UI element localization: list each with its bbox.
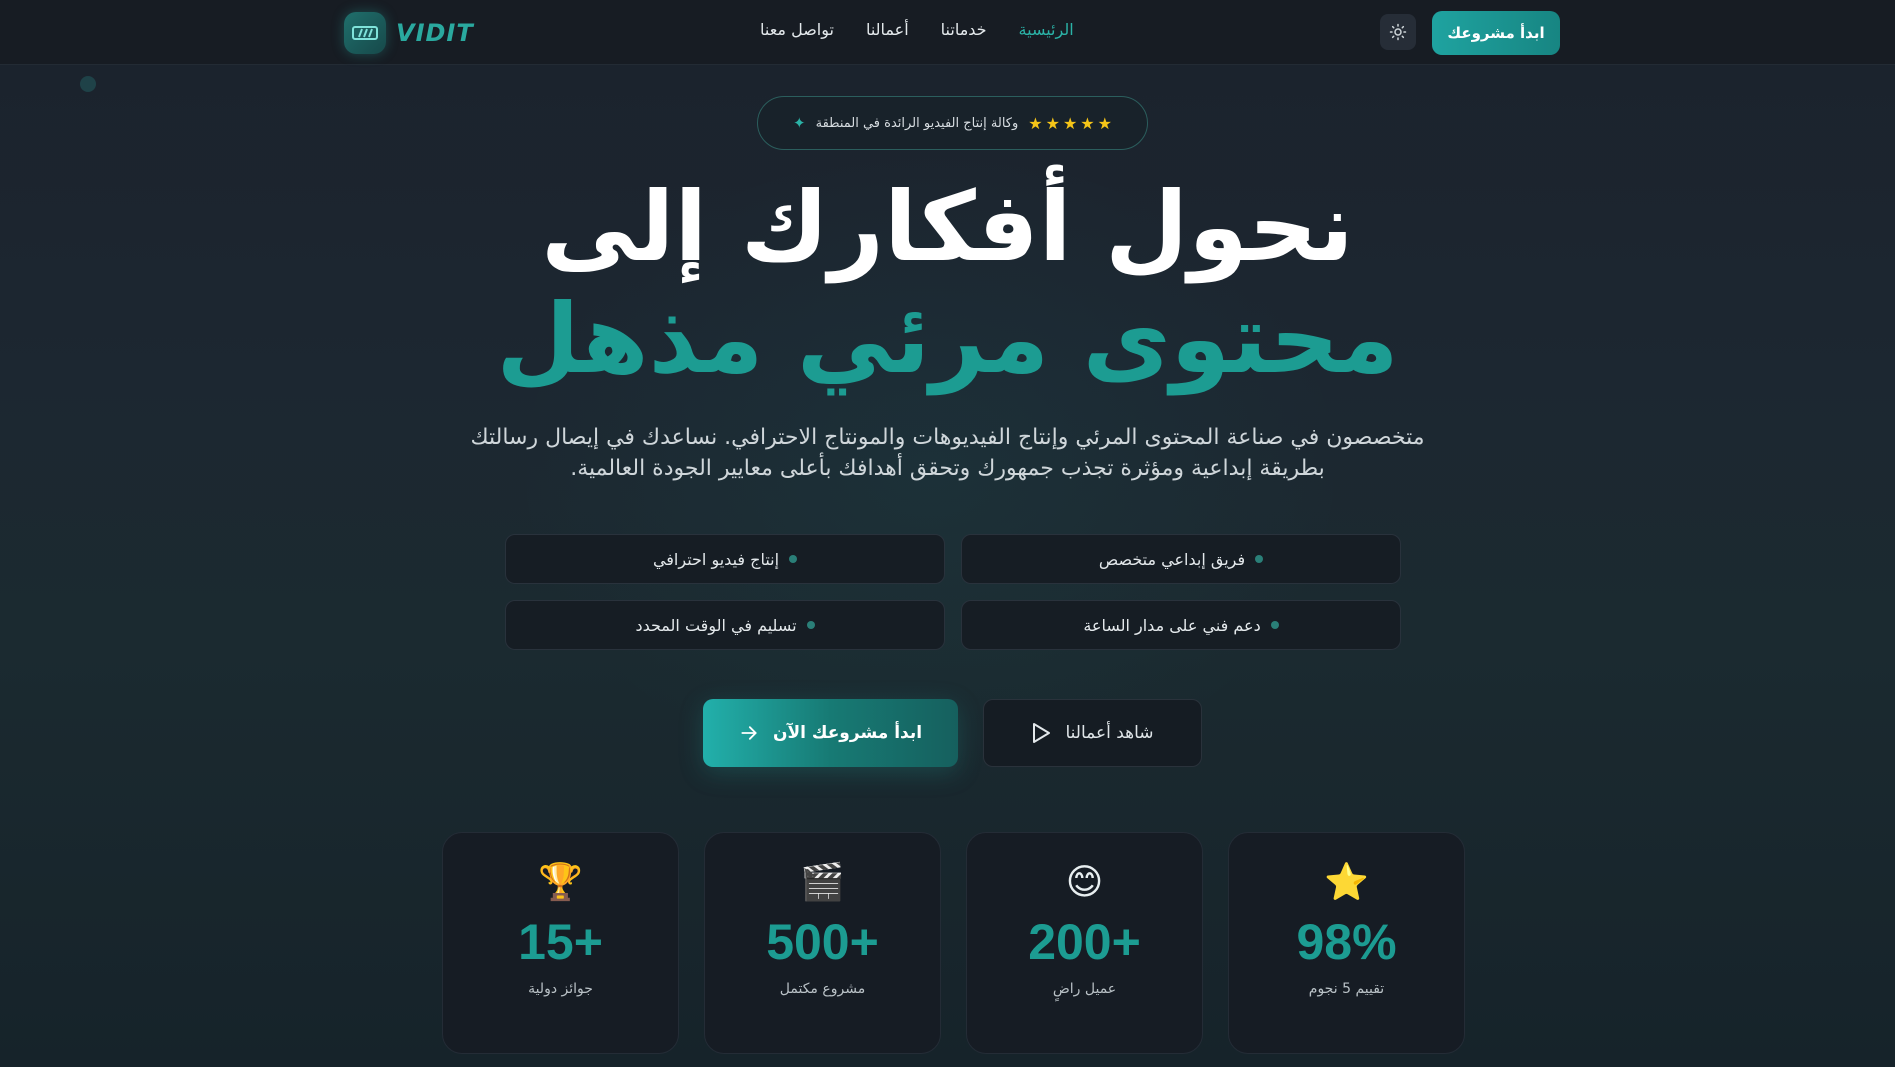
nav-link-home[interactable]: الرئيسية (1019, 20, 1074, 39)
stat-value: 500+ (766, 914, 879, 970)
hero-subtitle: متخصصون في صناعة المحتوى المرئي وإنتاج ا… (470, 425, 1425, 481)
nav-links: الرئيسية خدماتنا أعمالنا تواصل معنا (760, 20, 1074, 39)
stat-label: مشروع مكتمل (779, 981, 866, 997)
badge-text: وكالة إنتاج الفيديو الرائدة في المنطقة (815, 115, 1019, 131)
logo-icon (344, 12, 386, 54)
star-icon: ★ (1045, 113, 1060, 133)
feature-label: تسليم في الوقت المحدد (635, 615, 797, 635)
sun-icon (1389, 23, 1407, 41)
trophy-icon: 🏆 (538, 862, 583, 903)
logo[interactable]: VIDIT (344, 12, 474, 54)
nav-link-contact[interactable]: تواصل معنا (760, 20, 834, 39)
bullet-dot (806, 621, 815, 629)
feature-label: فريق إبداعي متخصص (1098, 549, 1246, 569)
bullet-dot (1270, 621, 1279, 629)
stat-card-projects: 🎬 500+ مشروع مكتمل (704, 832, 941, 1054)
star-icon: ★ (1097, 113, 1112, 133)
hero-badge: ★ ★ ★ ★ ★ وكالة إنتاج الفيديو الرائدة في… (757, 96, 1148, 150)
stat-label: تقييم 5 نجوم (1308, 981, 1385, 997)
feature-on-time: تسليم في الوقت المحدد (505, 600, 945, 650)
feature-label: إنتاج فيديو احترافي (652, 549, 780, 569)
headline-line-1: نحول أفكارك إلى (541, 171, 1354, 283)
rating-stars: ★ ★ ★ ★ ★ (1028, 114, 1112, 133)
stat-card-rating: ⭐ 98% تقييم 5 نجوم (1228, 832, 1465, 1054)
stat-value: 98% (1296, 914, 1397, 970)
logo-text: VIDIT (396, 19, 474, 47)
navbar: VIDIT الرئيسية خدماتنا أعمالنا تواصل معن… (0, 0, 1895, 65)
arrow-right-icon (741, 726, 757, 740)
play-icon (1033, 723, 1051, 743)
headline-line-2: محتوى مرئي مذهل (496, 283, 1399, 395)
stat-value: 15+ (518, 914, 603, 970)
view-works-button[interactable]: شاهد أعمالنا (983, 699, 1202, 767)
stat-value: 200+ (1028, 914, 1141, 970)
feature-label: دعم فني على مدار الساعة (1083, 615, 1261, 635)
feature-creative-team: فريق إبداعي متخصص (961, 534, 1401, 584)
star-icon: ★ (1062, 113, 1078, 133)
stat-label: جوائز دولية (528, 981, 593, 997)
stat-card-clients: 😊 200+ عميل راضٍ (966, 832, 1203, 1054)
nav-link-works[interactable]: أعمالنا (866, 20, 909, 39)
feature-support: دعم فني على مدار الساعة (961, 600, 1401, 650)
cta-label: ابدأ مشروعك الآن (772, 723, 923, 743)
feature-pro-video: إنتاج فيديو احترافي (505, 534, 945, 584)
start-project-button[interactable]: ابدأ مشروعك (1432, 11, 1560, 55)
star-icon: ⭐ (1324, 862, 1369, 903)
start-project-now-button[interactable]: ابدأ مشروعك الآن (703, 699, 958, 767)
nav-link-services[interactable]: خدماتنا (941, 20, 987, 39)
theme-toggle-button[interactable] (1380, 14, 1416, 50)
cta-label: شاهد أعمالنا (1065, 723, 1154, 743)
star-icon: ★ (1080, 113, 1095, 133)
clapperboard-icon: 🎬 (800, 862, 845, 903)
bullet-dot (789, 555, 798, 563)
sparkle-icon: ✦ (793, 114, 806, 132)
stat-label: عميل راضٍ (1052, 981, 1117, 997)
smile-icon: 😊 (1065, 862, 1104, 903)
stat-card-awards: 🏆 15+ جوائز دولية (442, 832, 679, 1054)
bullet-dot (1255, 555, 1264, 563)
decorative-dot (80, 76, 96, 92)
star-icon: ★ (1028, 113, 1043, 133)
